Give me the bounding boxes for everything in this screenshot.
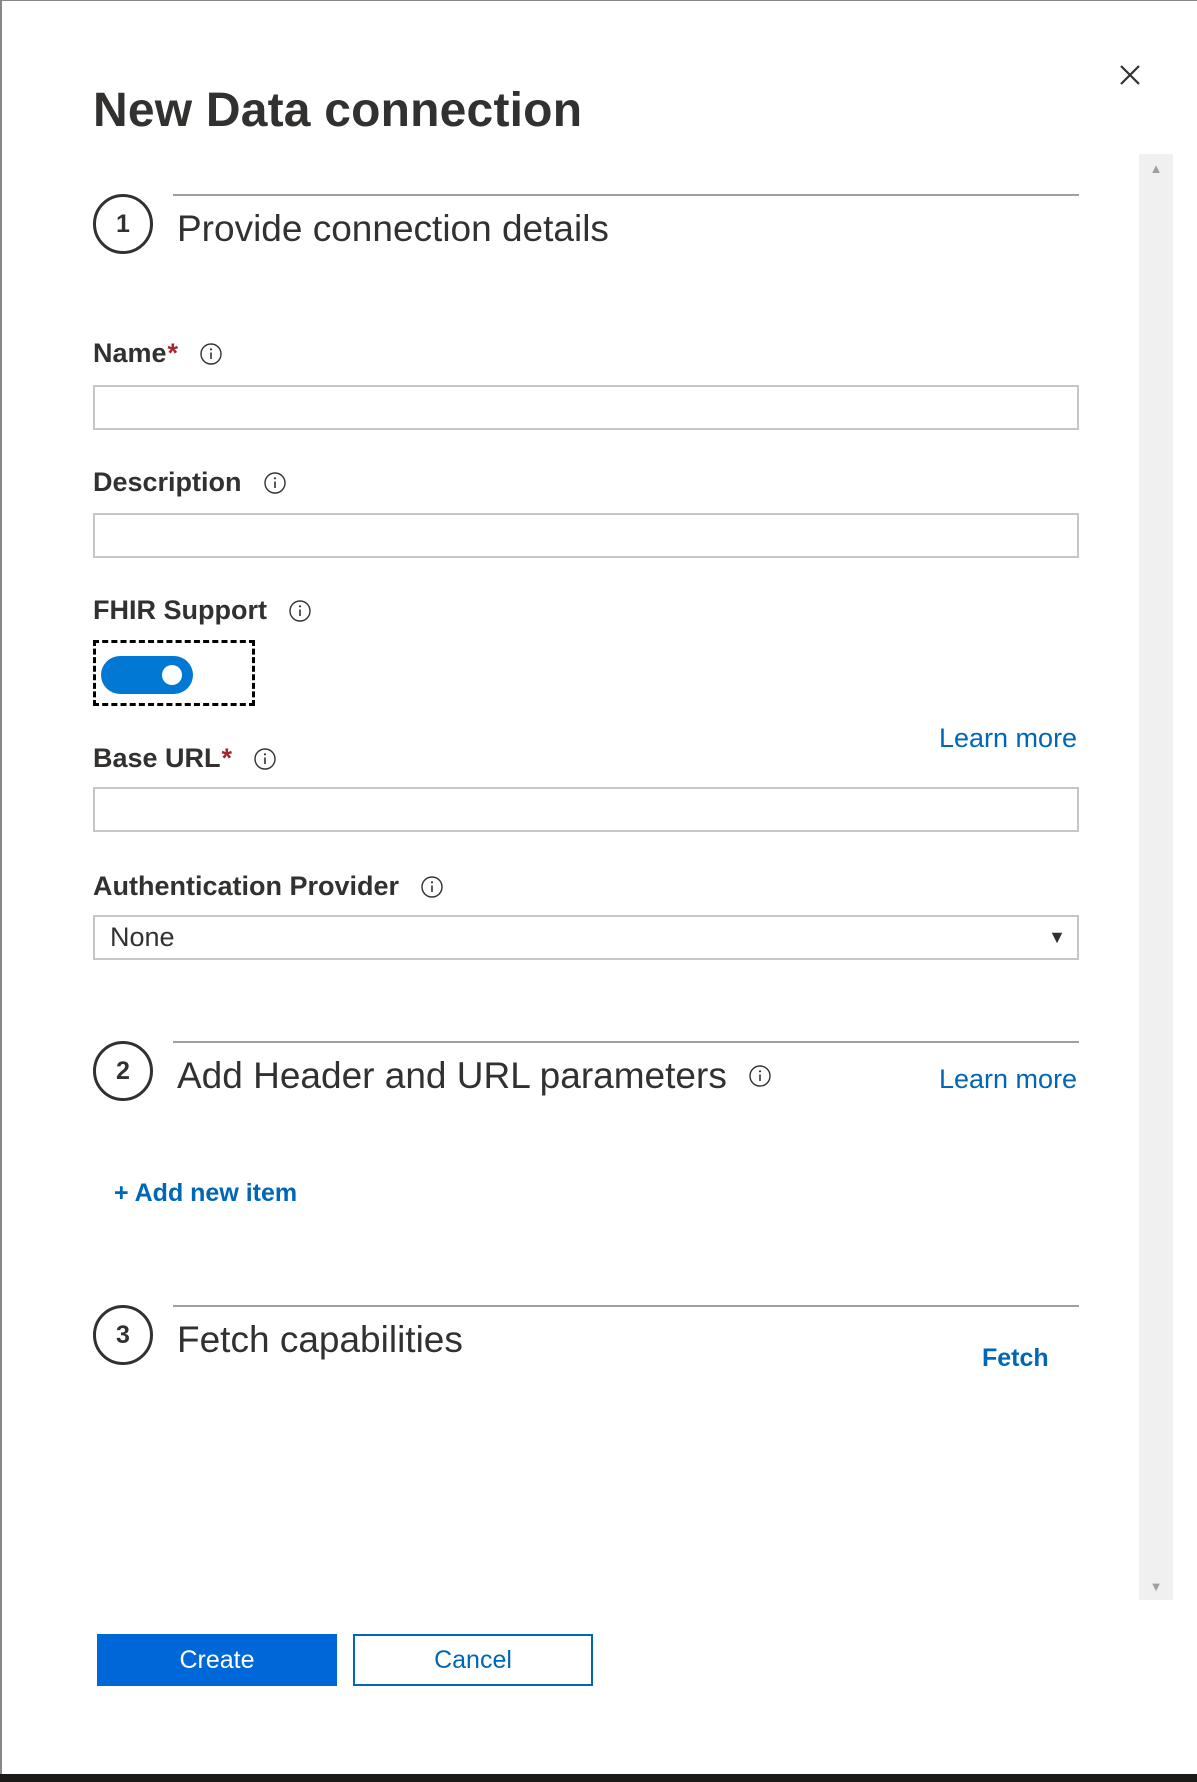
auth-provider-dropdown[interactable]: None ▼	[93, 915, 1079, 960]
step-title-text: Add Header and URL parameters	[177, 1055, 727, 1096]
fetch-button[interactable]: Fetch	[982, 1344, 1049, 1373]
fhir-support-label-text: FHIR Support	[93, 595, 267, 625]
info-icon[interactable]	[747, 1063, 773, 1089]
auth-provider-label: Authentication Provider	[93, 871, 445, 902]
fhir-support-toggle[interactable]	[93, 640, 255, 706]
description-label-text: Description	[93, 467, 242, 497]
vertical-scrollbar[interactable]: ▲ ▼	[1139, 154, 1173, 1600]
bottom-edge	[0, 1774, 1197, 1782]
step-divider	[173, 1305, 1079, 1307]
base-url-label: Base URL *	[93, 743, 278, 774]
auth-provider-label-text: Authentication Provider	[93, 871, 400, 901]
step-3-header: 3 Fetch capabilities	[93, 1305, 1079, 1375]
close-icon	[1120, 65, 1140, 85]
scroll-down-arrow[interactable]: ▼	[1139, 1574, 1173, 1598]
name-label: Name *	[93, 338, 224, 369]
toggle-track	[101, 656, 193, 694]
new-data-connection-panel: New Data connection ▲ ▼ 1 Provide connec…	[0, 0, 1197, 1782]
base-url-label-text: Base URL	[93, 743, 221, 773]
panel-title: New Data connection	[93, 84, 583, 137]
name-label-text: Name	[93, 338, 167, 368]
step-number-badge: 2	[93, 1041, 153, 1101]
step-number-badge: 1	[93, 194, 153, 254]
required-marker: *	[221, 743, 233, 773]
step-title: Provide connection details	[177, 208, 609, 249]
required-marker: *	[167, 338, 179, 368]
step-divider	[173, 194, 1079, 196]
step-title: Add Header and URL parameters	[177, 1055, 773, 1097]
step-number-badge: 3	[93, 1305, 153, 1365]
info-icon[interactable]	[419, 874, 445, 900]
cancel-button[interactable]: Cancel	[353, 1634, 593, 1686]
description-input[interactable]	[93, 513, 1079, 558]
base-url-input[interactable]	[93, 787, 1079, 832]
dropdown-selected-value: None	[110, 922, 175, 952]
close-button[interactable]	[1112, 57, 1148, 93]
step-title: Fetch capabilities	[177, 1319, 463, 1360]
chevron-down-icon: ▼	[1048, 927, 1066, 947]
info-icon[interactable]	[252, 746, 278, 772]
add-new-item-button[interactable]: + Add new item	[114, 1179, 297, 1208]
description-label: Description	[93, 467, 288, 498]
step-divider	[173, 1041, 1079, 1043]
scroll-up-arrow[interactable]: ▲	[1139, 156, 1173, 180]
info-icon[interactable]	[287, 598, 313, 624]
info-icon[interactable]	[262, 470, 288, 496]
step-2-header: 2 Add Header and URL parameters	[93, 1041, 1079, 1111]
learn-more-link[interactable]: Learn more	[939, 1064, 1077, 1095]
info-icon[interactable]	[198, 341, 224, 367]
name-input[interactable]	[93, 385, 1079, 430]
learn-more-link[interactable]: Learn more	[939, 723, 1077, 754]
step-1-header: 1 Provide connection details	[93, 194, 1079, 264]
create-button[interactable]: Create	[97, 1634, 337, 1686]
toggle-knob	[162, 665, 182, 685]
fhir-support-label: FHIR Support	[93, 595, 313, 626]
